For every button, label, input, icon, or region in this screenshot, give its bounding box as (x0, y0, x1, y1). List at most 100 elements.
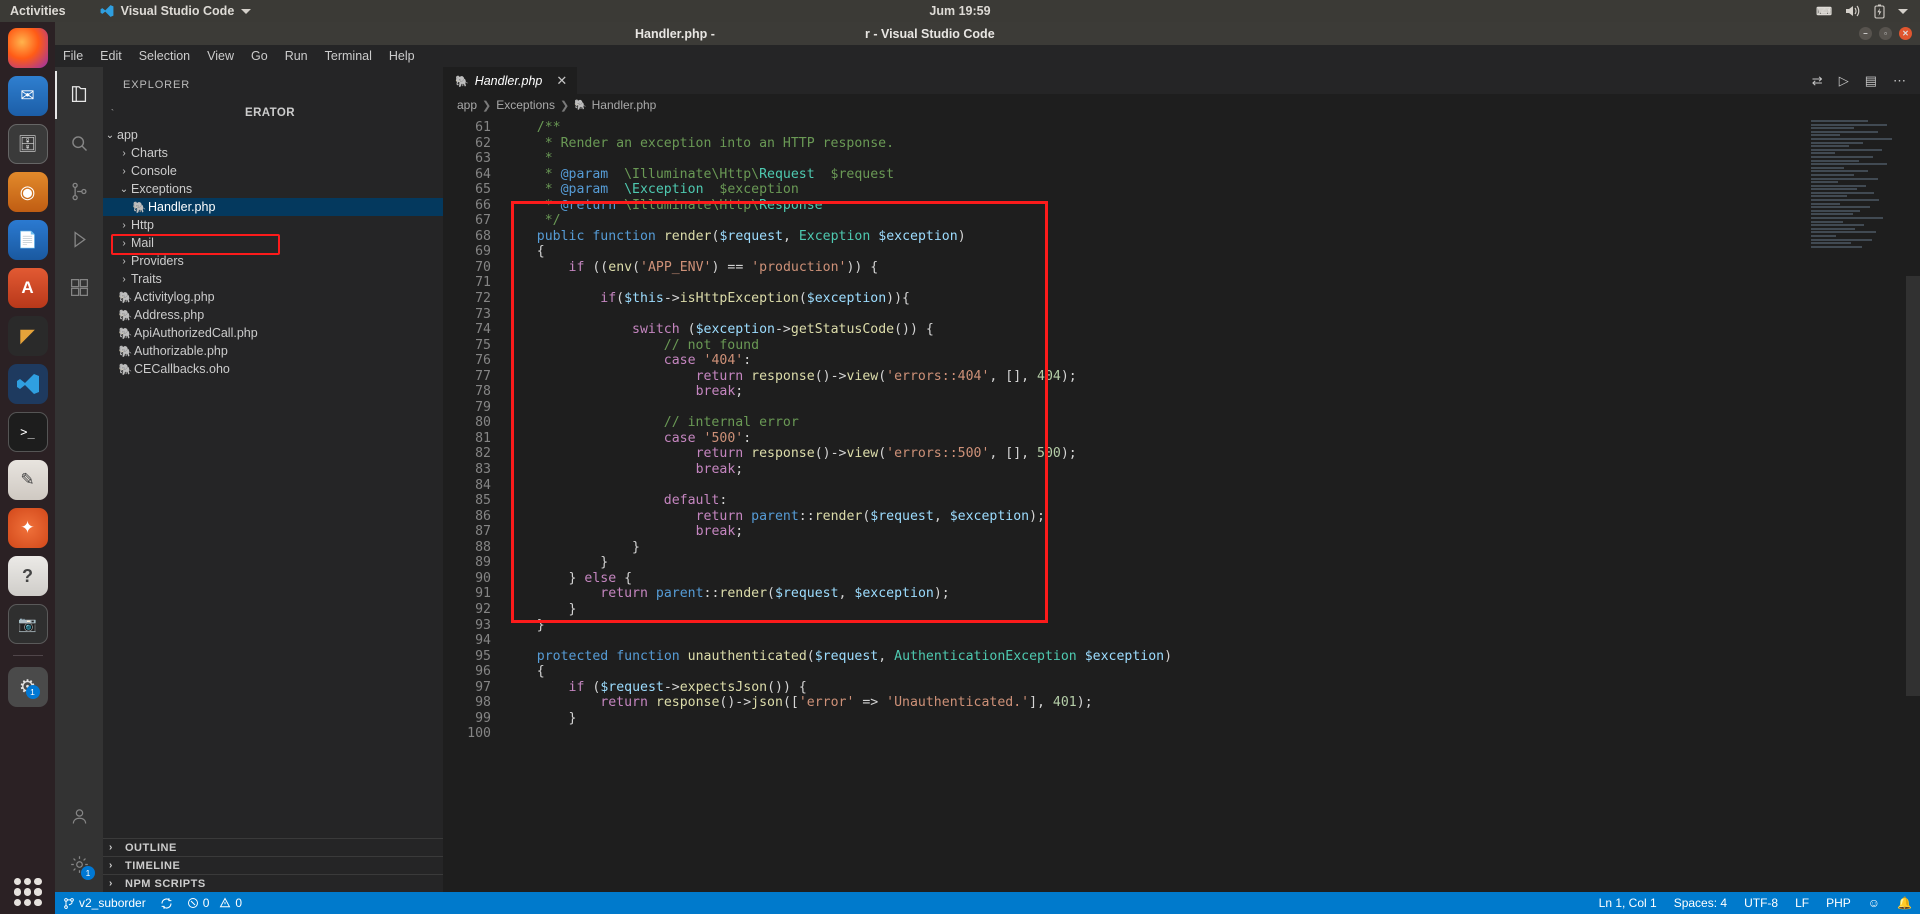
code-line[interactable]: * @return \Illuminate\Http\Response (505, 198, 1920, 214)
workspace-folder-header[interactable]: ` ERATOR (103, 102, 443, 124)
tree-item-providers[interactable]: › Providers (103, 252, 443, 270)
code-line[interactable]: if ((env('APP_ENV') == 'production')) { (505, 260, 1920, 276)
tree-item-http[interactable]: › Http (103, 216, 443, 234)
status-branch[interactable]: v2_suborder (63, 896, 146, 910)
layout-icon[interactable]: ▤ (1865, 73, 1877, 89)
code-line[interactable]: break; (505, 462, 1920, 478)
activity-search-icon[interactable] (55, 119, 103, 167)
system-tray[interactable]: ⌨ (1816, 4, 1908, 19)
code-line[interactable] (505, 307, 1920, 323)
breadcrumb-app[interactable]: app (457, 98, 477, 112)
code-line[interactable] (505, 478, 1920, 494)
tree-item-app[interactable]: ⌄ app (103, 126, 443, 144)
code-line[interactable]: } (505, 602, 1920, 618)
code-line[interactable]: if ($request->expectsJson()) { (505, 680, 1920, 696)
tree-item-address-php[interactable]: 🐘 Address.php (103, 306, 443, 324)
firefox-icon[interactable] (7, 28, 48, 68)
breadcrumb-handler-php[interactable]: Handler.php (592, 98, 657, 112)
code-line[interactable]: } (505, 711, 1920, 727)
code-line[interactable]: // not found (505, 338, 1920, 354)
code-line[interactable] (505, 633, 1920, 649)
code-line[interactable] (505, 275, 1920, 291)
code-line[interactable] (505, 400, 1920, 416)
code-line[interactable]: return parent::render($request, $excepti… (505, 586, 1920, 602)
code-line[interactable]: */ (505, 213, 1920, 229)
libreoffice-writer-icon[interactable]: 📄 (7, 220, 48, 260)
show-applications-icon[interactable] (13, 878, 42, 906)
more-actions-icon[interactable]: ⋯ (1893, 73, 1906, 89)
menu-go[interactable]: Go (251, 49, 268, 63)
files-icon[interactable]: 🗄 (7, 124, 48, 164)
code-line[interactable]: * @param \Illuminate\Http\Request $reque… (505, 167, 1920, 183)
code-content[interactable]: /** * Render an exception into an HTTP r… (505, 116, 1920, 892)
tree-item-traits[interactable]: › Traits (103, 270, 443, 288)
minimap[interactable] (1811, 120, 1906, 320)
status-problems[interactable]: 0 0 (187, 896, 242, 910)
panel-npm-scripts[interactable]: › NPM SCRIPTS (103, 874, 443, 892)
code-line[interactable]: case '404': (505, 353, 1920, 369)
code-line[interactable]: * Render an exception into an HTTP respo… (505, 136, 1920, 152)
tree-item-charts[interactable]: › Charts (103, 144, 443, 162)
help-icon[interactable]: ? (7, 556, 48, 596)
code-editor[interactable]: 61 62 63 64 65 66 67 68 69 70 71 72 73 74 75 76 77 78 79 80… (443, 116, 1920, 892)
code-line[interactable]: switch ($exception->getStatusCode()) { (505, 322, 1920, 338)
menu-edit[interactable]: Edit (100, 49, 122, 63)
ubuntu-software-icon[interactable]: A (7, 268, 48, 308)
status-language-mode[interactable]: PHP (1826, 896, 1851, 910)
activity-extensions-icon[interactable] (55, 263, 103, 311)
code-line[interactable]: } else { (505, 571, 1920, 587)
clock[interactable]: Jum 19:59 (0, 4, 1920, 18)
code-line[interactable]: default: (505, 493, 1920, 509)
code-line[interactable]: return parent::render($request, $excepti… (505, 509, 1920, 525)
thunderbird-mail-icon[interactable]: ✉ (7, 76, 48, 116)
feedback-icon[interactable]: ☺ (1868, 896, 1880, 910)
chevron-down-icon[interactable] (1898, 8, 1908, 14)
activity-source-control-icon[interactable] (55, 167, 103, 215)
menu-terminal[interactable]: Terminal (325, 49, 372, 63)
volume-icon[interactable] (1845, 4, 1861, 18)
code-line[interactable] (505, 726, 1920, 742)
status-indentation[interactable]: Spaces: 4 (1674, 896, 1727, 910)
status-encoding[interactable]: UTF-8 (1744, 896, 1778, 910)
rhythmbox-icon[interactable]: ◉ (7, 172, 48, 212)
run-icon[interactable]: ▷ (1839, 73, 1849, 89)
tree-item-mail[interactable]: › Mail (103, 234, 443, 252)
tree-item-console[interactable]: › Console (103, 162, 443, 180)
code-line[interactable]: /** (505, 120, 1920, 136)
menu-run[interactable]: Run (285, 49, 308, 63)
code-line[interactable]: * (505, 151, 1920, 167)
postman-icon[interactable]: ✦ (7, 508, 48, 548)
code-line[interactable]: return response()->json(['error' => 'Una… (505, 695, 1920, 711)
settings-icon[interactable]: ⚙ 1 (7, 667, 48, 707)
code-line[interactable]: protected function unauthenticated($requ… (505, 649, 1920, 665)
manage-settings-icon[interactable]: 1 (55, 840, 103, 888)
code-line[interactable]: * @param \Exception $exception (505, 182, 1920, 198)
code-line[interactable]: break; (505, 384, 1920, 400)
battery-icon[interactable] (1874, 4, 1885, 19)
tree-item-exceptions[interactable]: ⌄ Exceptions (103, 180, 443, 198)
activity-run-debug-icon[interactable] (55, 215, 103, 263)
code-line[interactable]: // internal error (505, 415, 1920, 431)
code-line[interactable]: } (505, 618, 1920, 634)
accounts-icon[interactable] (55, 792, 103, 840)
tree-item-handler-php[interactable]: 🐘 Handler.php (103, 198, 443, 216)
code-line[interactable]: return response()->view('errors::500', [… (505, 446, 1920, 462)
close-button[interactable]: ✕ (1899, 27, 1912, 40)
tab-handler-php[interactable]: 🐘 Handler.php ✕ (443, 67, 578, 94)
tree-item-apiauthorizedcall-php[interactable]: 🐘 ApiAuthorizedCall.php (103, 324, 443, 342)
menu-selection[interactable]: Selection (139, 49, 190, 63)
screenshot-icon[interactable]: 📷 (7, 604, 48, 644)
accessibility-icon[interactable]: ⌨ (1816, 5, 1832, 18)
panel-timeline[interactable]: › TIMELINE (103, 856, 443, 874)
terminal-icon[interactable]: >_ (7, 412, 48, 452)
menu-file[interactable]: File (63, 49, 83, 63)
status-sync[interactable] (160, 897, 173, 910)
code-line[interactable]: public function render($request, Excepti… (505, 229, 1920, 245)
bell-icon[interactable]: 🔔 (1897, 896, 1912, 910)
status-eol[interactable]: LF (1795, 896, 1809, 910)
code-line[interactable]: } (505, 555, 1920, 571)
code-line[interactable]: break; (505, 524, 1920, 540)
code-line[interactable]: return response()->view('errors::404', [… (505, 369, 1920, 385)
code-line[interactable]: } (505, 540, 1920, 556)
code-line[interactable]: { (505, 664, 1920, 680)
